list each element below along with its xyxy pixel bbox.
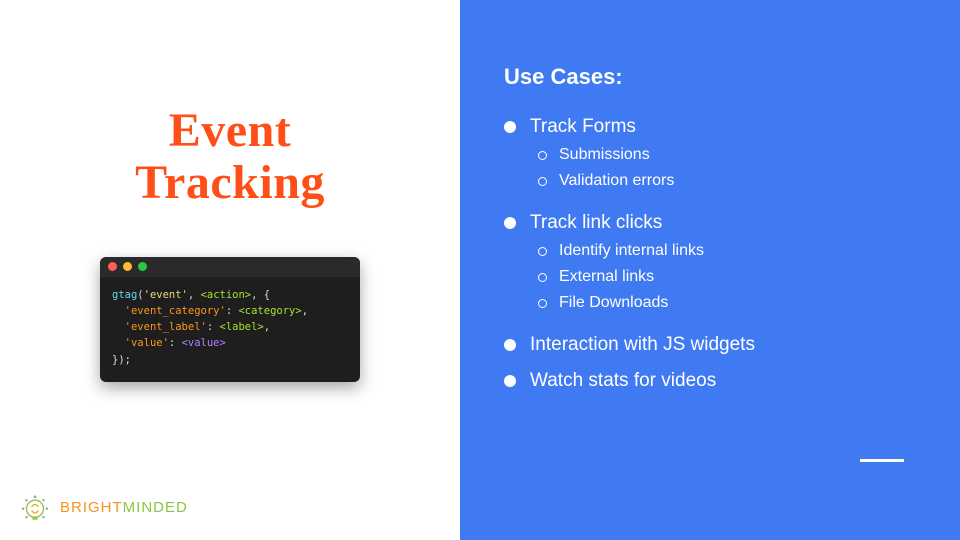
code-window: gtag('event', <action>, { 'event_categor… (100, 257, 360, 382)
window-zoom-icon (138, 262, 147, 271)
sub-list: Identify internal links External links F… (538, 242, 916, 320)
bullet-icon (504, 339, 516, 351)
use-cases-list: Track Forms Submissions Validation error… (504, 116, 916, 392)
code-snippet: gtag('event', <action>, { 'event_categor… (100, 277, 360, 382)
left-panel: Event Tracking gtag('event', <action>, {… (0, 0, 460, 540)
list-item: Track Forms Submissions Validation error… (504, 116, 916, 198)
code-titlebar (100, 257, 360, 277)
list-item: Track link clicks Identify internal link… (504, 212, 916, 320)
brand-logo: BRIGHTMINDED (18, 490, 188, 524)
window-close-icon (108, 262, 117, 271)
title-line-2: Tracking (135, 156, 325, 209)
lightbulb-brain-icon (18, 490, 52, 524)
item-label: Interaction with JS widgets (530, 334, 755, 356)
hollow-bullet-icon (538, 299, 547, 308)
list-item: Interaction with JS widgets (504, 334, 916, 356)
hollow-bullet-icon (538, 151, 547, 160)
list-item: File Downloads (538, 294, 916, 312)
item-label: Track link clicks (530, 212, 662, 234)
hollow-bullet-icon (538, 247, 547, 256)
bullet-icon (504, 375, 516, 387)
list-item: External links (538, 268, 916, 286)
window-minimize-icon (123, 262, 132, 271)
bullet-icon (504, 217, 516, 229)
slide: Event Tracking gtag('event', <action>, {… (0, 0, 960, 540)
title-line-1: Event (169, 104, 292, 157)
list-item: Submissions (538, 146, 916, 164)
use-cases-heading: Use Cases: (504, 64, 916, 90)
item-label: Track Forms (530, 116, 636, 138)
sub-list: Submissions Validation errors (538, 146, 916, 198)
bullet-icon (504, 121, 516, 133)
item-label: Watch stats for videos (530, 370, 716, 392)
right-panel: Use Cases: Track Forms Submissions Valid… (460, 0, 960, 540)
list-item: Validation errors (538, 172, 916, 190)
list-item: Watch stats for videos (504, 370, 916, 392)
hollow-bullet-icon (538, 177, 547, 186)
accent-divider (860, 459, 904, 462)
list-item: Identify internal links (538, 242, 916, 260)
brand-wordmark: BRIGHTMINDED (60, 499, 188, 516)
hollow-bullet-icon (538, 273, 547, 282)
slide-title: Event Tracking (0, 105, 460, 209)
